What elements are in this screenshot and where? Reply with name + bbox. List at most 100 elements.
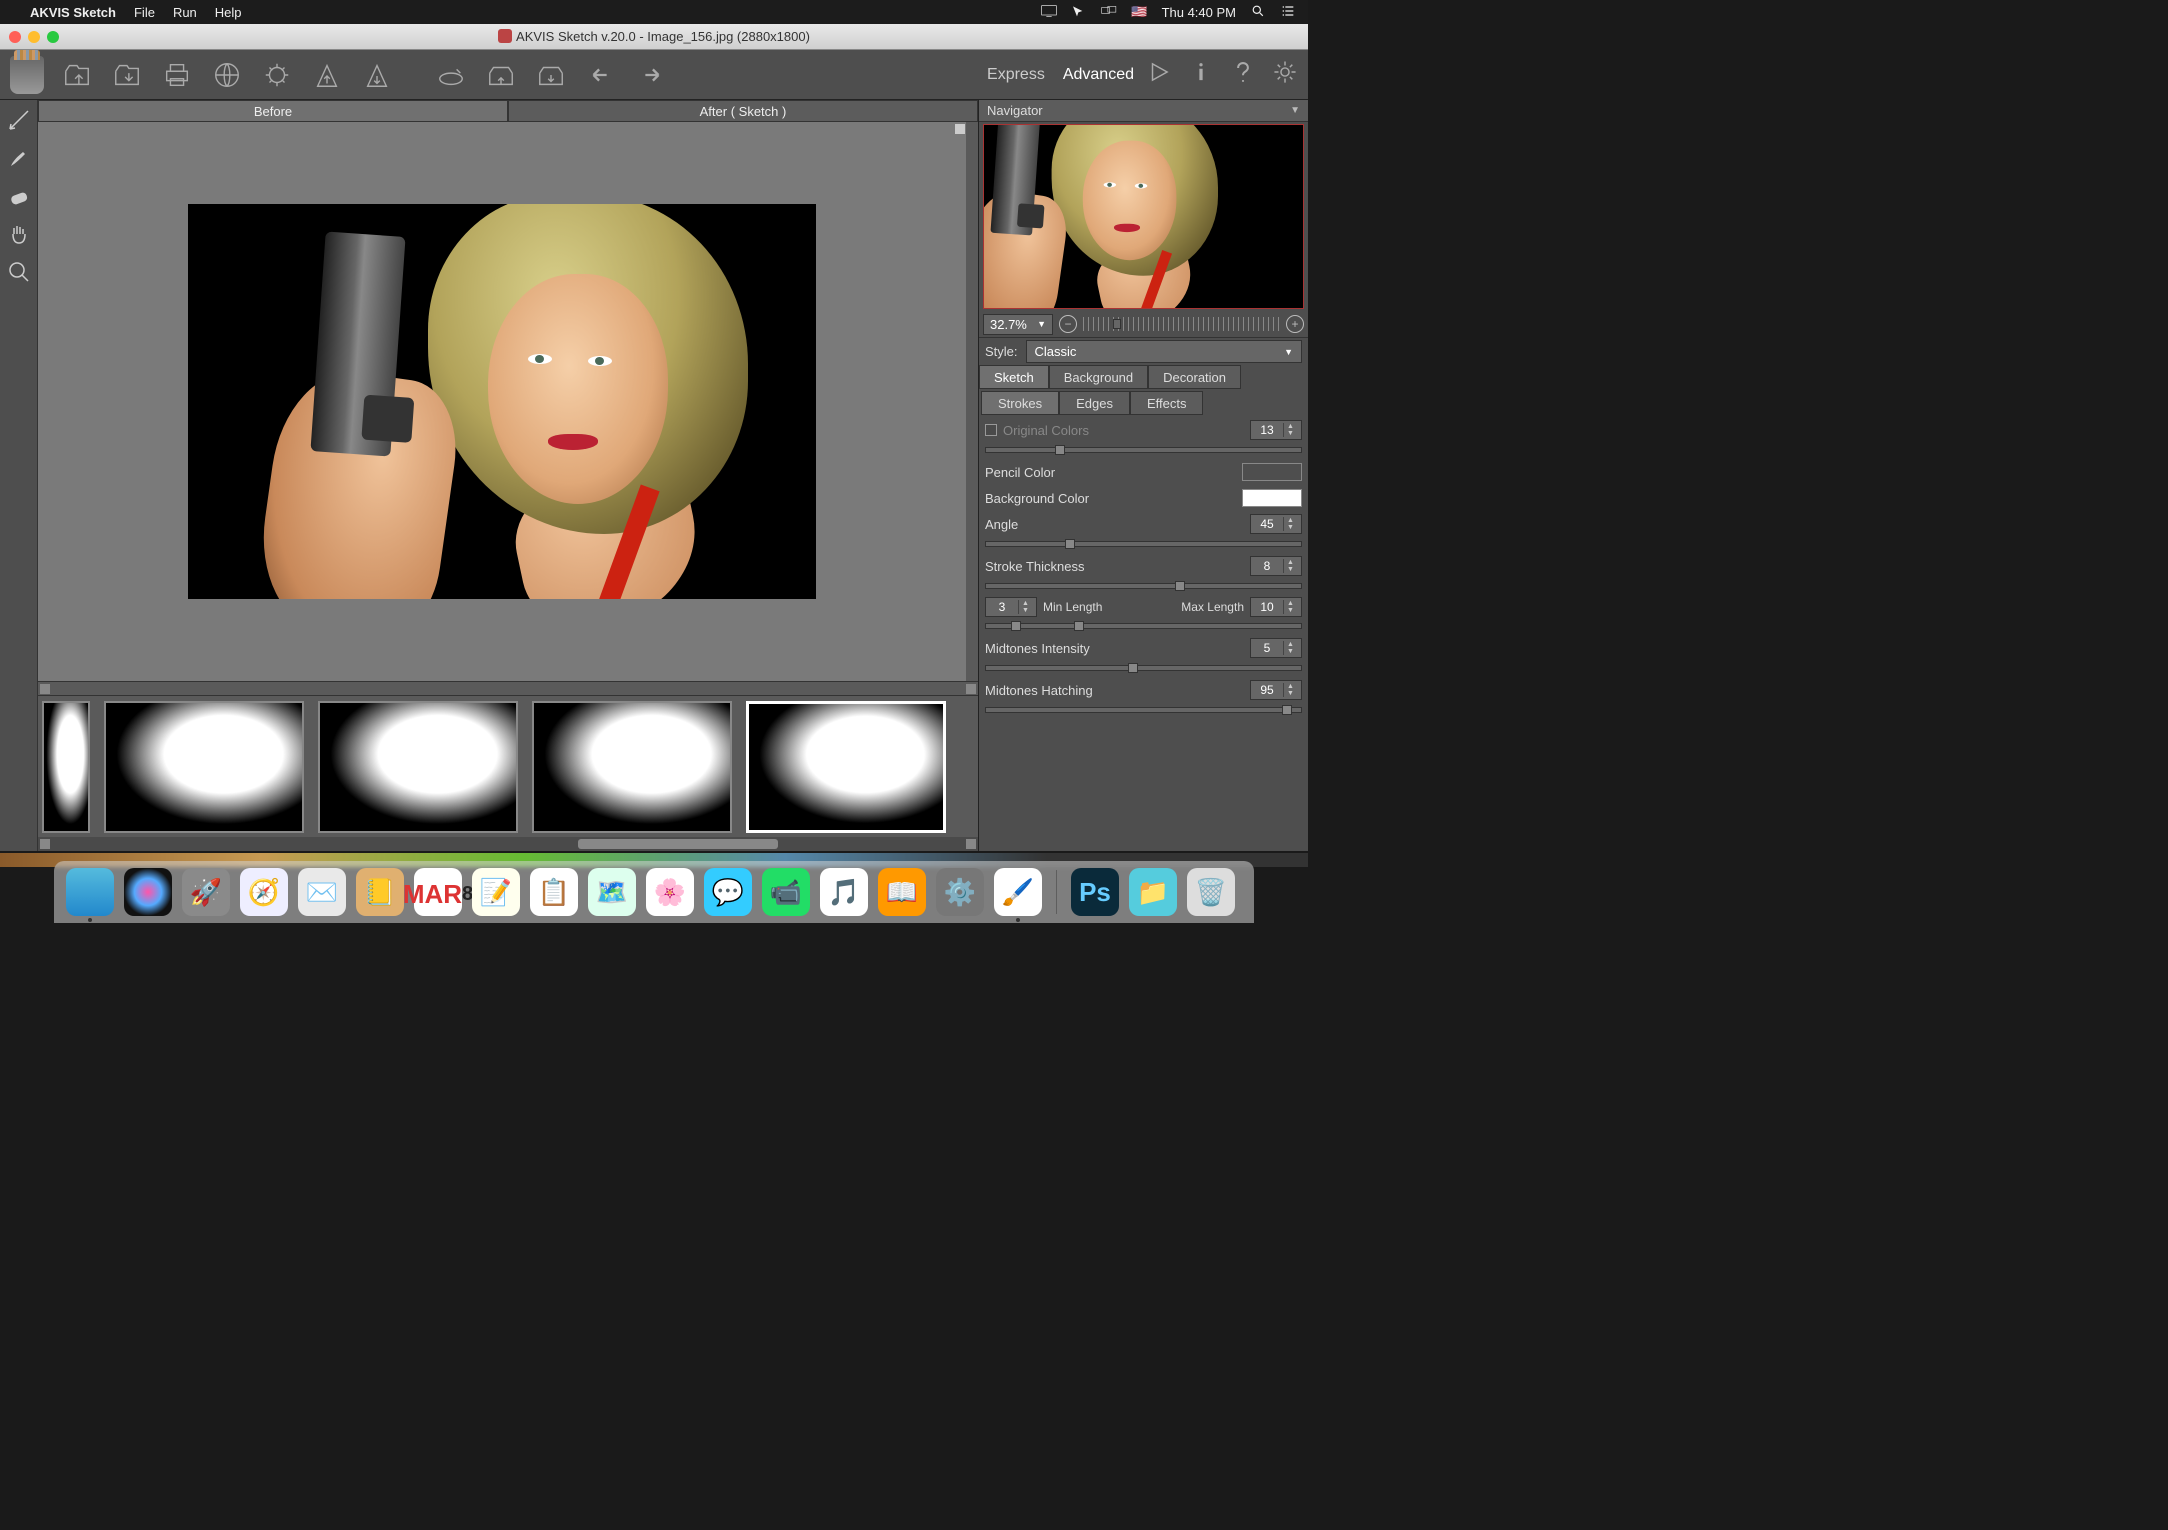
collapse-icon[interactable]: ▼ [1290,105,1300,116]
menu-list-icon[interactable] [1280,5,1296,20]
top-toolbar: Express Advanced [0,50,1308,100]
file-menu[interactable]: File [134,5,155,20]
print-button[interactable] [160,58,194,92]
dock-contacts[interactable]: 📒 [356,868,404,916]
tab-sketch[interactable]: Sketch [979,365,1049,389]
timeline-scrollbar[interactable] [38,837,978,851]
original-colors-checkbox[interactable] [985,424,997,436]
dock-mail[interactable]: ✉️ [298,868,346,916]
canvas-horizontal-scrollbar[interactable] [38,681,978,695]
eraser-all-button[interactable] [434,58,468,92]
dock-system-preferences[interactable]: ⚙️ [936,868,984,916]
dock-maps[interactable]: 🗺️ [588,868,636,916]
stroke-thickness-spin[interactable]: ▲▼ [1250,556,1302,576]
brush-tool[interactable] [5,144,33,172]
open-file-button[interactable] [60,58,94,92]
help-menu[interactable]: Help [215,5,242,20]
zoom-slider[interactable] [1083,317,1280,331]
redo-button[interactable] [634,58,668,92]
save-strokes-button[interactable] [534,58,568,92]
dock-notes[interactable]: 📝 [472,868,520,916]
tab-decoration[interactable]: Decoration [1148,365,1241,389]
dock-ibooks[interactable]: 📖 [878,868,926,916]
navigator-header[interactable]: Navigator ▼ [979,100,1308,122]
canvas-area[interactable] [38,122,978,681]
tab-strokes[interactable]: Strokes [981,391,1059,415]
mode-advanced[interactable]: Advanced [1063,66,1134,84]
timeline-thumb[interactable] [532,701,732,833]
dock-launchpad[interactable]: 🚀 [182,868,230,916]
export-preset-button[interactable] [360,58,394,92]
midtones-hatching-spin[interactable]: ▲▼ [1250,680,1302,700]
background-color-swatch[interactable] [1242,489,1302,507]
tab-after[interactable]: After ( Sketch ) [508,100,978,122]
stroke-thickness-slider[interactable] [985,583,1302,589]
dock-facetime[interactable]: 📹 [762,868,810,916]
dock-downloads[interactable]: 📁 [1129,868,1177,916]
dock-reminders[interactable]: 📋 [530,868,578,916]
zoom-tool[interactable] [5,258,33,286]
dock-photos[interactable]: 🌸 [646,868,694,916]
tray-pointer-icon[interactable] [1071,5,1087,20]
dock-itunes[interactable]: 🎵 [820,868,868,916]
timeline-thumb[interactable] [318,701,518,833]
tab-background[interactable]: Background [1049,365,1148,389]
length-slider[interactable] [985,623,1302,629]
angle-slider[interactable] [985,541,1302,547]
tray-screens-icon[interactable] [1101,5,1117,20]
app-menu[interactable]: AKVIS Sketch [30,5,116,20]
style-select[interactable]: Classic▼ [1026,340,1302,363]
menubar-datetime[interactable]: Thu 4:40 PM [1162,5,1236,20]
import-preset-button[interactable] [310,58,344,92]
midtones-intensity-spin[interactable]: ▲▼ [1250,638,1302,658]
min-length-spin[interactable]: ▲▼ [985,597,1037,617]
dock-calendar[interactable]: MAR8 [414,868,462,916]
angle-spin[interactable]: ▲▼ [1250,514,1302,534]
stroke-direction-tool[interactable] [5,106,33,134]
save-file-button[interactable] [110,58,144,92]
midtones-intensity-slider[interactable] [985,665,1302,671]
vertical-scrollbar[interactable] [955,124,965,134]
midtones-hatching-slider[interactable] [985,707,1302,713]
dock-trash[interactable]: 🗑️ [1187,868,1235,916]
tab-effects[interactable]: Effects [1130,391,1204,415]
dock-siri[interactable] [124,868,172,916]
original-colors-label: Original Colors [1003,423,1244,438]
preferences-button[interactable] [1272,59,1298,90]
zoom-in-button[interactable]: + [1286,315,1304,333]
timeline-thumb[interactable] [42,701,90,833]
window-titlebar: AKVIS Sketch v.20.0 - Image_156.jpg (288… [0,24,1308,50]
mode-express[interactable]: Express [987,66,1045,84]
zoom-out-button[interactable]: − [1059,315,1077,333]
help-button[interactable] [1230,59,1256,90]
undo-button[interactable] [584,58,618,92]
info-button[interactable] [1188,59,1214,90]
dock-photoshop[interactable]: Ps [1071,868,1119,916]
dock-safari[interactable]: 🧭 [240,868,288,916]
original-colors-spin[interactable]: ▲▼ [1250,420,1302,440]
pencil-color-swatch[interactable] [1242,463,1302,481]
dock-akvis-app[interactable]: 🖌️ [994,868,1042,916]
run-button[interactable] [1146,59,1172,90]
share-button[interactable] [210,58,244,92]
max-length-spin[interactable]: ▲▼ [1250,597,1302,617]
zoom-select[interactable]: 32.7%▼ [983,314,1053,335]
dock-finder[interactable] [66,868,114,916]
tray-display-icon[interactable] [1041,5,1057,20]
left-toolbox [0,100,38,851]
run-menu[interactable]: Run [173,5,197,20]
hand-tool[interactable] [5,220,33,248]
angle-label: Angle [985,517,1244,532]
timeline-thumb-selected[interactable] [746,701,946,833]
eraser-tool[interactable] [5,182,33,210]
tray-flag-icon[interactable]: 🇺🇸 [1131,4,1147,20]
load-strokes-button[interactable] [484,58,518,92]
dock-messages[interactable]: 💬 [704,868,752,916]
original-colors-slider[interactable] [985,447,1302,453]
spotlight-icon[interactable] [1250,5,1266,20]
tab-before[interactable]: Before [38,100,508,122]
batch-button[interactable] [260,58,294,92]
navigator-preview[interactable] [983,124,1304,309]
tab-edges[interactable]: Edges [1059,391,1130,415]
timeline-thumb[interactable] [104,701,304,833]
